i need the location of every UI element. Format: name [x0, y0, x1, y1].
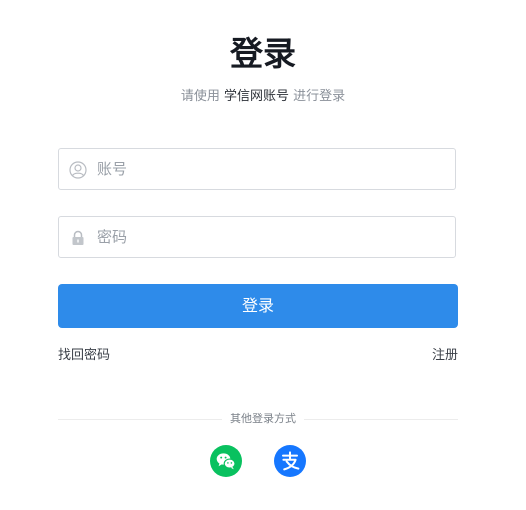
login-button[interactable]: 登录 [58, 284, 458, 328]
subtitle-prefix: 请使用 [180, 89, 224, 104]
subtitle-account-type: 学信网账号 [223, 89, 289, 104]
page-title: 登录 [230, 34, 296, 73]
alipay-icon [282, 451, 300, 471]
password-input[interactable] [97, 217, 447, 257]
wechat-login-button[interactable] [210, 445, 242, 477]
login-page: 登录 请使用 学信网账号 进行登录 登录 找回密码 注册 其他登录方式 [0, 0, 526, 510]
subtitle-suffix: 进行登录 [289, 89, 346, 104]
wechat-icon [216, 453, 236, 470]
lock-icon [69, 229, 87, 247]
register-link[interactable]: 注册 [432, 347, 458, 365]
alipay-login-button[interactable] [274, 445, 306, 477]
password-field[interactable] [58, 216, 456, 258]
other-login-label: 其他登录方式 [222, 412, 304, 425]
account-field[interactable] [58, 148, 456, 190]
other-login-label-wrap: 其他登录方式 [0, 411, 526, 427]
login-subtitle: 请使用 学信网账号 进行登录 [0, 88, 526, 106]
account-input[interactable] [97, 149, 447, 189]
forgot-password-link[interactable]: 找回密码 [58, 347, 110, 365]
user-icon [69, 161, 87, 179]
